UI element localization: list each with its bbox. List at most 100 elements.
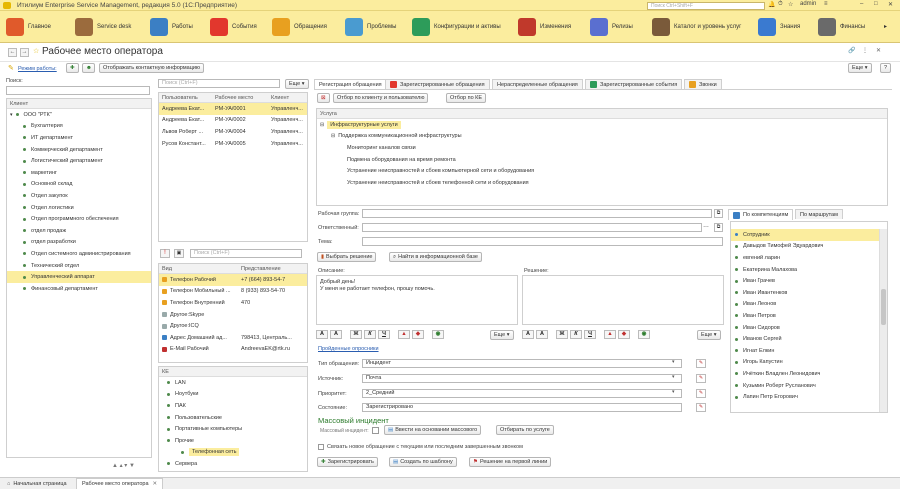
bottom-tab-close-icon[interactable]: ✕ xyxy=(153,481,158,487)
client-item[interactable]: отдел разработки xyxy=(7,237,151,249)
contact-row[interactable]: Телефон Рабочий +7 (664) 893-54-7 xyxy=(159,274,307,286)
client-item[interactable]: Логистический департамент xyxy=(7,155,151,167)
solution-underline-button[interactable]: Ч xyxy=(584,330,596,339)
section-works[interactable]: Работы xyxy=(150,11,193,43)
ke-item[interactable]: Ноутбуки xyxy=(159,389,307,401)
favorite-star-icon[interactable]: ☆ xyxy=(33,47,39,55)
employee-item[interactable]: Иван Петров xyxy=(731,310,887,322)
service-item[interactable]: Мониторинг каналов связи xyxy=(317,142,887,154)
contact-row[interactable]: Телефон Мобильный ... 8 (933) 893-54-70 xyxy=(159,286,307,298)
employee-item[interactable]: Давыдов Тимофей Эдуардович xyxy=(731,241,887,253)
forward-button[interactable]: → xyxy=(20,48,29,57)
type-dropdown-icon[interactable]: ▾ xyxy=(672,359,675,365)
client-item[interactable]: ИТ департамент xyxy=(7,132,151,144)
font-size-up-button[interactable]: A xyxy=(316,330,328,339)
priority-edit-icon[interactable]: ✎ xyxy=(696,389,706,398)
help-button[interactable]: ? xyxy=(880,63,891,73)
link-call-checkbox[interactable] xyxy=(318,444,324,450)
tab-calls[interactable]: Звонки xyxy=(684,79,722,89)
workgroup-input[interactable] xyxy=(362,209,712,218)
contact-row[interactable]: Телефон Внутренний 470 xyxy=(159,297,307,309)
service-item[interactable]: ⊟ Инфраструктурные услуги xyxy=(317,119,887,131)
client-item[interactable]: Бухгалтерия xyxy=(7,121,151,133)
ke-item[interactable]: Телефонная сеть xyxy=(159,447,307,459)
filter-ke-button[interactable]: Отбор по КЕ xyxy=(446,93,487,103)
source-input[interactable]: Почта xyxy=(362,374,682,383)
description-more-button[interactable]: Еще ▾ xyxy=(490,330,514,340)
back-button[interactable]: ← xyxy=(8,48,17,57)
client-item[interactable]: Управленческий аппарат xyxy=(7,271,151,283)
responsible-open-icon[interactable]: ⧉ xyxy=(714,223,723,232)
bottom-tab-operator[interactable]: Рабочее место оператора ✕ xyxy=(76,478,164,489)
tab-events[interactable]: Зарегистрированные события xyxy=(585,79,683,89)
service-item[interactable]: Устранение неисправностей и сбоев телефо… xyxy=(317,177,887,189)
client-item[interactable]: Отдел программного обеспечения xyxy=(7,213,151,225)
client-item[interactable]: Коммерческий департамент xyxy=(7,144,151,156)
section-events[interactable]: События xyxy=(210,11,257,43)
employee-item[interactable]: Иван Грачев xyxy=(731,275,887,287)
tab-by-competence[interactable]: По компетенциям xyxy=(728,209,794,220)
section-configurations[interactable]: Конфигурации и активы xyxy=(412,11,501,43)
section-main[interactable]: Главное xyxy=(6,11,51,43)
maximize-icon[interactable]: □ xyxy=(874,1,878,7)
tab-by-route[interactable]: По маршрутам xyxy=(795,209,843,219)
tab-unassigned[interactable]: Нераспределенные обращения xyxy=(492,79,583,89)
employees-scrollbar[interactable] xyxy=(879,229,887,412)
solution-font-down-button[interactable]: A xyxy=(536,330,548,339)
insert-image-button[interactable]: ◉ xyxy=(432,330,444,339)
ke-item[interactable]: Портативные компьютеры xyxy=(159,423,307,435)
solution-insert-image-button[interactable]: ◉ xyxy=(638,330,650,339)
sections-more-icon[interactable]: ▸ xyxy=(884,23,887,30)
source-edit-icon[interactable]: ✎ xyxy=(696,374,706,383)
mass-filter-button[interactable]: Отбирать по услуге xyxy=(496,425,554,435)
employee-item[interactable]: евгений ларин xyxy=(731,252,887,264)
first-line-button[interactable]: ⚑ Решение на первой линии xyxy=(469,457,552,467)
responsible-input[interactable] xyxy=(362,223,702,232)
form-close-icon[interactable]: ✕ xyxy=(876,47,881,54)
minimize-icon[interactable]: – xyxy=(860,1,863,7)
employee-item[interactable]: Ичёткин Владлен Леонидович xyxy=(731,368,887,380)
contact-row[interactable]: E-Mail Рабочий AndreevaEK@rtk.ru xyxy=(159,344,307,356)
client-item[interactable]: Отдел закупок xyxy=(7,190,151,202)
service-item[interactable]: ⊟ Поддержка коммуникационной инфраструкту… xyxy=(317,131,887,143)
contact-row[interactable]: Адрес Домашний ад... 798413, Централь... xyxy=(159,332,307,344)
users-more-button[interactable]: Еще ▾ xyxy=(285,79,309,89)
bottom-tab-home[interactable]: ⌂ Начальная страница xyxy=(2,478,72,489)
star-icon[interactable]: ☆ xyxy=(788,1,793,8)
global-search-input[interactable]: Поиск Ctrl+Shift+F xyxy=(647,2,765,10)
mode-button-1[interactable]: ✚ xyxy=(66,63,79,73)
filter-client-button[interactable]: Отбор по клиенту и пользователю xyxy=(333,93,429,103)
solution-font-up-button[interactable]: A xyxy=(522,330,534,339)
employee-item[interactable]: Екатерина Малахова xyxy=(731,264,887,276)
client-item[interactable]: маркетинг xyxy=(7,167,151,179)
bell-icon[interactable]: 🔔 xyxy=(768,1,775,8)
surveys-link[interactable]: Пройденные опросники xyxy=(318,346,379,352)
filter-icon-button[interactable]: ⊠ xyxy=(317,93,330,103)
section-releases[interactable]: Релизы xyxy=(590,11,633,43)
ke-item[interactable]: Прочие xyxy=(159,435,307,447)
contact-save-icon[interactable]: ▣ xyxy=(174,249,184,258)
employees-scroll-thumb[interactable] xyxy=(881,289,886,325)
contact-alert-icon[interactable]: ! xyxy=(160,249,170,258)
employee-item[interactable]: Кузьмин Роберт Русланович xyxy=(731,380,887,392)
client-item[interactable]: Технический отдел xyxy=(7,260,151,272)
mass-enter-button[interactable]: ▤ Ввести на основании массового xyxy=(384,425,482,435)
show-contact-button[interactable]: Отображать контактную информацию xyxy=(99,63,205,73)
workgroup-open-icon[interactable]: ⧉ xyxy=(714,209,723,218)
link-icon[interactable]: 🔗 xyxy=(848,47,855,54)
employee-item[interactable]: Иван Сидоров xyxy=(731,322,887,334)
close-icon[interactable]: ✕ xyxy=(888,1,893,8)
ke-item[interactable]: Пользовательские xyxy=(159,412,307,424)
solution-more-button[interactable]: Еще ▾ xyxy=(697,330,721,340)
user-row[interactable]: Андреева Екат... PM-УА/0002 Управленч... xyxy=(159,115,307,127)
ke-item[interactable]: ПАК xyxy=(159,400,307,412)
window-menu-icon[interactable]: ⋮ xyxy=(862,47,868,54)
user-row[interactable]: Андреева Екат... PM-УА/0001 Управленч... xyxy=(159,103,307,115)
service-item[interactable]: Устранение неисправностей и сбоев компью… xyxy=(317,165,887,177)
section-problems[interactable]: Проблемы xyxy=(345,11,396,43)
font-size-down-button[interactable]: A xyxy=(330,330,342,339)
find-kb-button[interactable]: ⌕ Найти в информационной базе xyxy=(389,252,482,262)
section-knowledge[interactable]: Знания xyxy=(758,11,800,43)
section-changes[interactable]: Изменения xyxy=(518,11,571,43)
ke-item[interactable]: Сервера xyxy=(159,458,307,470)
